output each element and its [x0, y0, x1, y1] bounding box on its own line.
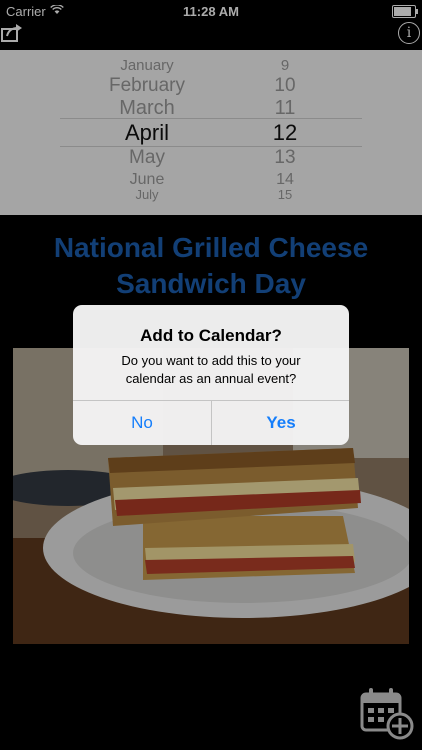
alert-message-line-1: Do you want to add this to your — [121, 353, 301, 368]
alert-dialog: Add to Calendar? Do you want to add this… — [73, 305, 349, 445]
calendar-add-icon[interactable] — [360, 686, 414, 740]
no-button[interactable]: No — [73, 401, 211, 445]
alert-title: Add to Calendar? — [140, 326, 282, 345]
alert-message: Do you want to add this to your calendar… — [91, 352, 331, 388]
yes-button[interactable]: Yes — [212, 401, 349, 445]
alert-message-line-2: calendar as an annual event? — [125, 371, 297, 386]
